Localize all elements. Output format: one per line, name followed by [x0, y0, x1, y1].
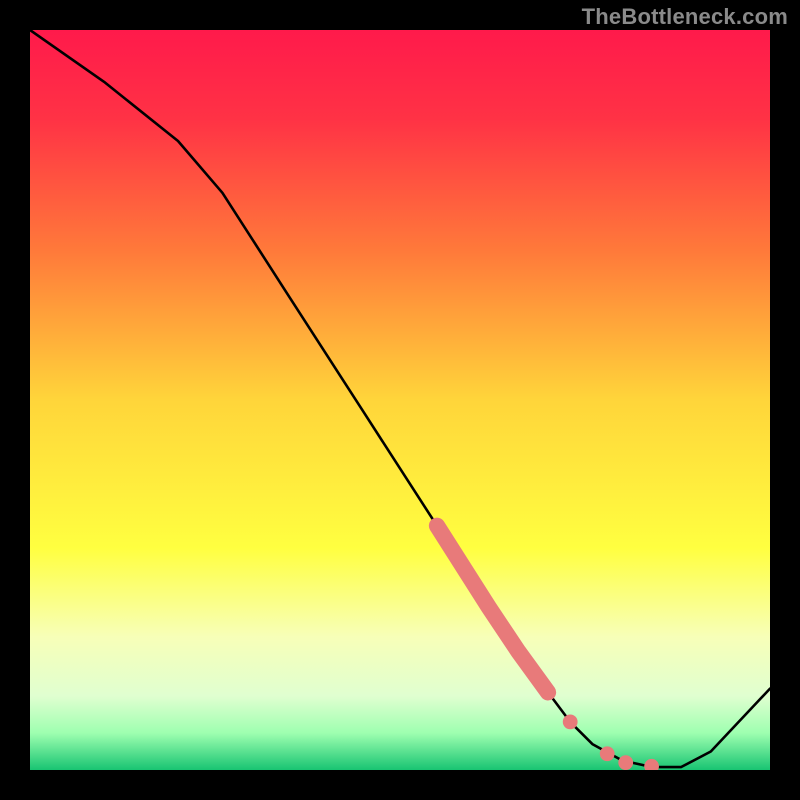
watermark-text: TheBottleneck.com — [582, 4, 788, 30]
plot-background — [30, 30, 770, 770]
chart-frame: TheBottleneck.com — [0, 0, 800, 800]
highlight-dot — [618, 755, 633, 770]
highlight-dot — [600, 746, 615, 761]
highlight-dot — [563, 715, 578, 730]
bottleneck-chart — [30, 30, 770, 770]
